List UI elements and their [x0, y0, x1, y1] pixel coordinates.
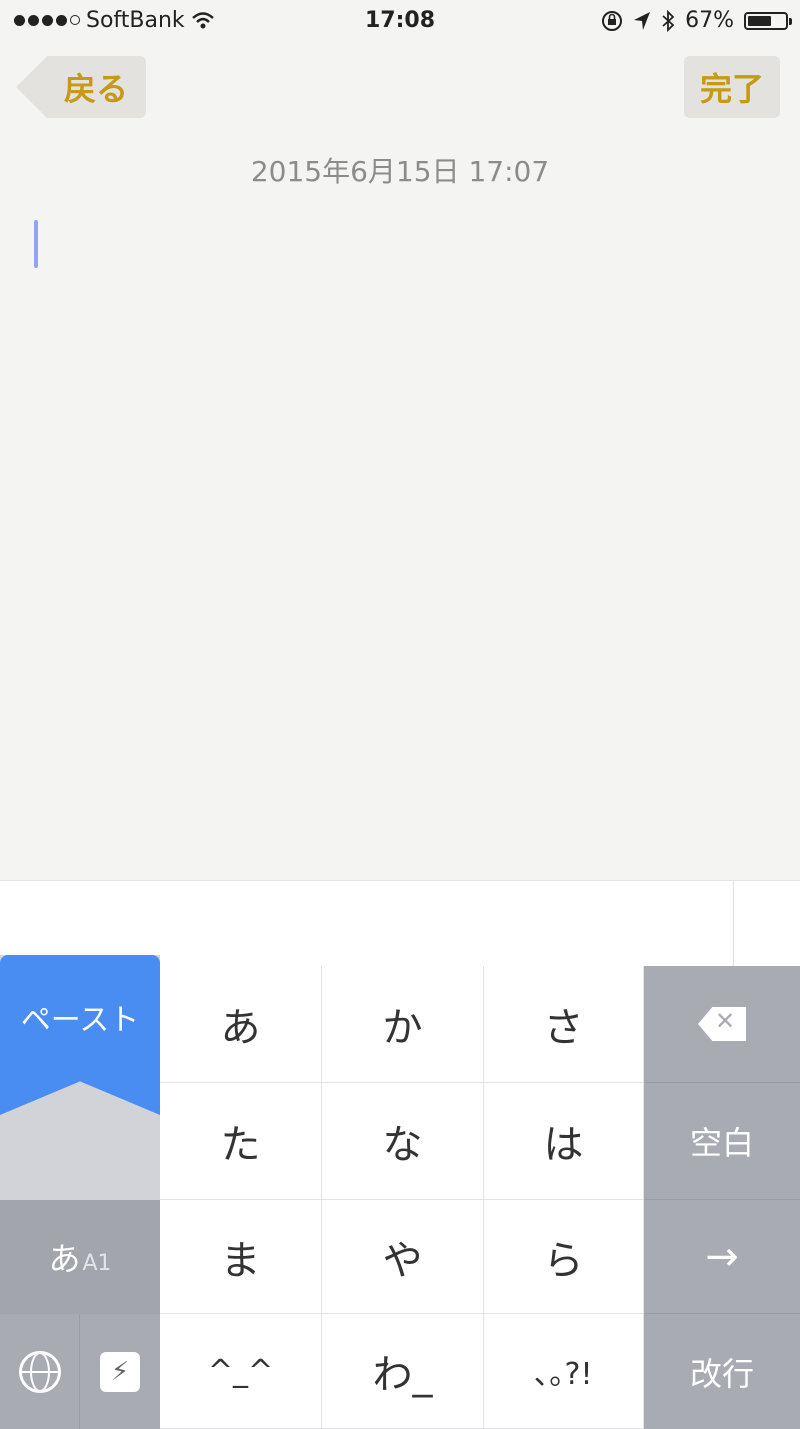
bluetooth-icon — [662, 9, 675, 32]
location-arrow-icon — [634, 11, 651, 30]
note-date: 2015年6月15日 17:07 — [250, 155, 550, 188]
key-ma[interactable]: ま — [160, 1200, 322, 1314]
key-punctuation[interactable]: ､｡?! — [484, 1314, 644, 1429]
key-wa[interactable]: わ_ — [322, 1314, 484, 1429]
key-ha[interactable]: は — [484, 1083, 644, 1200]
battery-percent: 67% — [685, 8, 734, 33]
status-right: 67% — [601, 8, 792, 33]
space-key[interactable]: 空白 — [644, 1083, 800, 1200]
bolt-icon: ⚡ — [100, 1351, 140, 1392]
return-key-label: 改行 — [689, 1354, 754, 1393]
paste-label: ペースト — [20, 1003, 140, 1038]
key-ra[interactable]: ら — [484, 1200, 644, 1314]
key-na[interactable]: な — [322, 1083, 484, 1200]
delete-key[interactable] — [644, 966, 800, 1083]
keyboard-suggestion-bar[interactable] — [0, 880, 800, 967]
back-button[interactable]: 戻る — [16, 56, 146, 118]
key-ka[interactable]: か — [322, 966, 484, 1083]
done-button[interactable]: 完了 — [684, 56, 780, 118]
input-mode-label: あ — [48, 1240, 81, 1278]
done-button-label: 完了 — [699, 70, 764, 108]
arrow-right-icon: → — [705, 1233, 739, 1280]
return-key[interactable]: 改行 — [644, 1314, 800, 1429]
key-kaomoji[interactable]: ^_^ — [160, 1314, 322, 1429]
key-sa[interactable]: さ — [484, 966, 644, 1083]
input-mode-sub: A1 — [82, 1251, 112, 1276]
key-a[interactable]: あ — [160, 966, 322, 1083]
key-ta[interactable]: た — [160, 1083, 322, 1200]
status-bar: SoftBank 17:08 67% — [0, 0, 800, 44]
next-candidate-key[interactable]: → — [644, 1200, 800, 1314]
input-mode-key[interactable]: あA1 — [0, 1200, 160, 1314]
orientation-lock-icon — [602, 10, 623, 31]
emoji-key[interactable]: ⚡ — [80, 1314, 160, 1429]
text-cursor[interactable] — [34, 220, 38, 268]
suggestion-divider — [733, 881, 734, 967]
space-key-label: 空白 — [689, 1124, 754, 1162]
key-ya[interactable]: や — [322, 1200, 484, 1314]
globe-key[interactable] — [0, 1314, 80, 1429]
paste-popup: ペースト — [0, 955, 160, 1200]
battery-icon — [744, 11, 792, 30]
back-button-label: 戻る — [63, 70, 128, 108]
delete-icon — [698, 1007, 746, 1041]
globe-icon — [18, 1350, 61, 1393]
